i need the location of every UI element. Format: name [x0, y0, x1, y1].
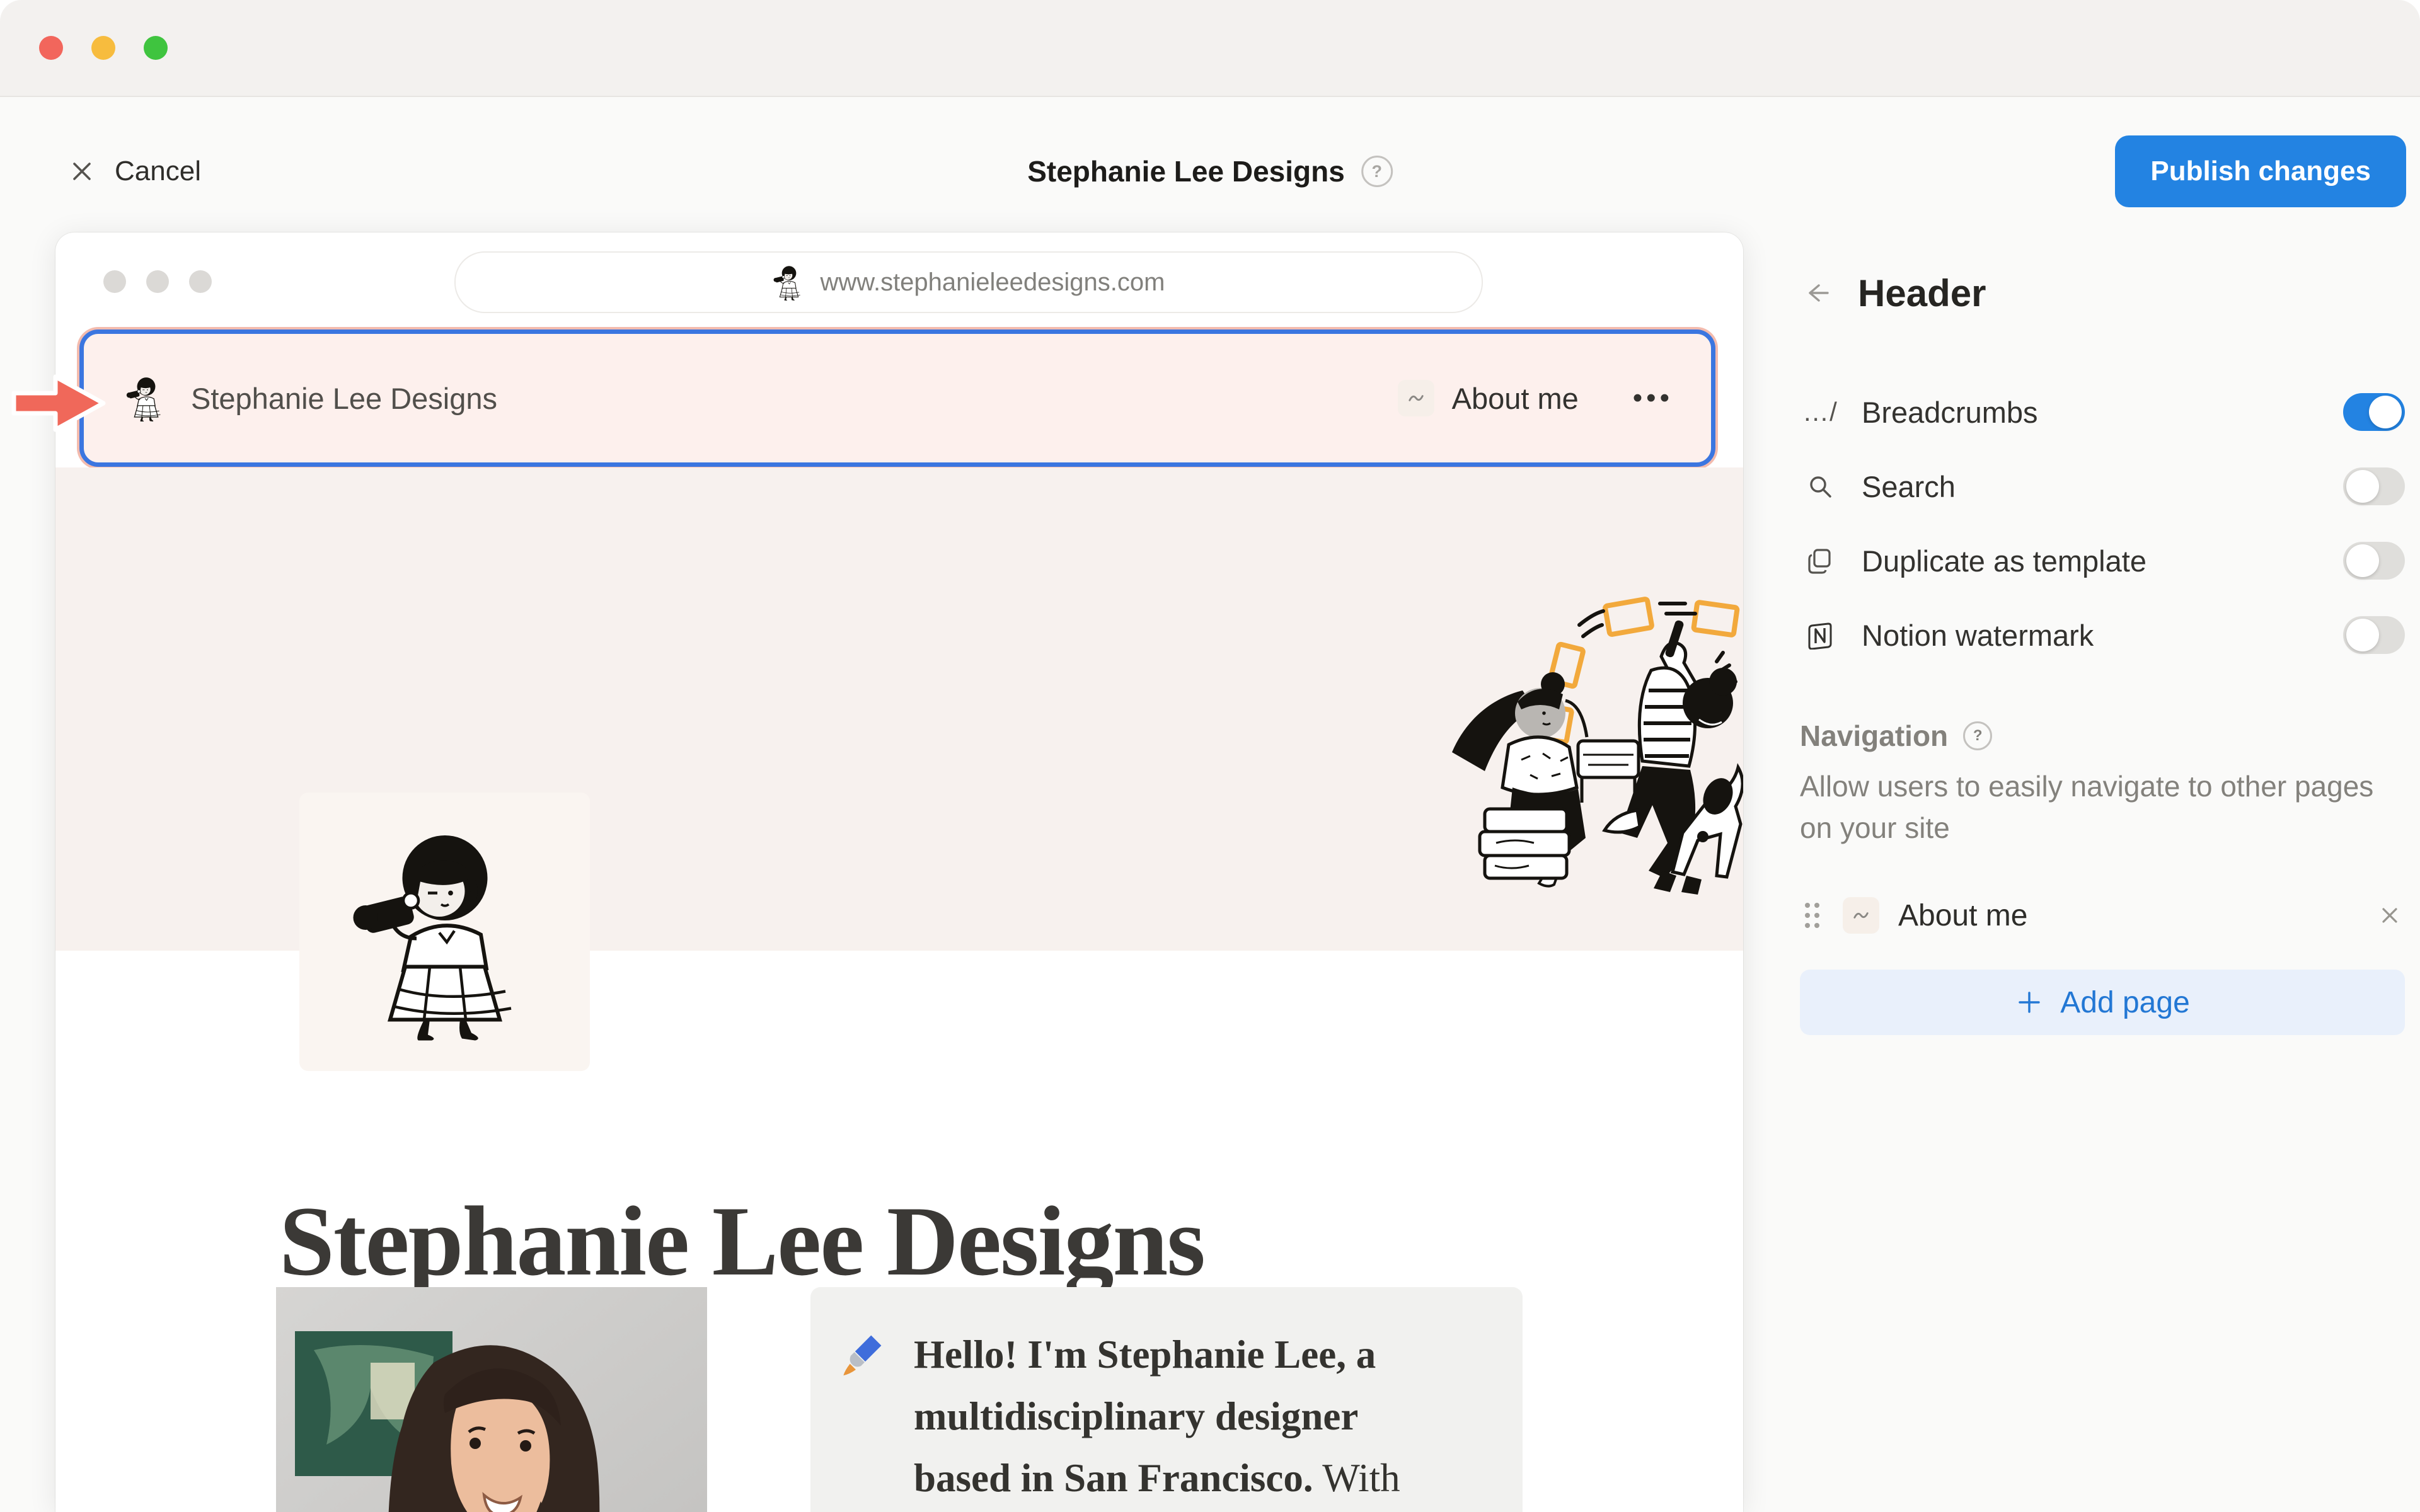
- site-favicon-icon: [773, 264, 805, 301]
- navigation-label: Navigation: [1800, 719, 1948, 753]
- browser-dot: [146, 270, 169, 293]
- help-icon[interactable]: ?: [1361, 156, 1393, 187]
- about-me-page-icon: [1843, 897, 1879, 934]
- cancel-button[interactable]: Cancel: [68, 156, 201, 187]
- window-minimize-button[interactable]: [91, 36, 115, 60]
- site-header-selected[interactable]: Stephanie Lee Designs About me •••: [79, 329, 1715, 467]
- cover-illustration: [1448, 596, 1743, 911]
- toggle-row-search: Search: [1800, 449, 2405, 524]
- site-header-brand[interactable]: Stephanie Lee Designs: [125, 375, 497, 421]
- toggle-list: …/ Breadcrumbs Search Duplicate as templ…: [1800, 375, 2405, 672]
- intro-callout[interactable]: Hello! I'm Stephanie Lee, a multidiscipl…: [810, 1287, 1523, 1512]
- breadcrumbs-icon: …/: [1800, 397, 1840, 427]
- site-title: Stephanie Lee Designs: [1027, 154, 1345, 188]
- site-logo-icon: [125, 375, 167, 421]
- publish-changes-button[interactable]: Publish changes: [2115, 135, 2406, 207]
- app-window: Cancel Stephanie Lee Designs ? Publish c…: [0, 0, 2420, 1512]
- more-menu-button[interactable]: •••: [1633, 382, 1673, 414]
- about-me-page-icon: [1398, 380, 1434, 416]
- duplicate-toggle[interactable]: [2343, 542, 2405, 580]
- navigation-label-row: Navigation ?: [1800, 719, 2405, 753]
- watermark-toggle[interactable]: [2343, 616, 2405, 654]
- cancel-label: Cancel: [115, 156, 201, 187]
- plus-icon: [2015, 988, 2044, 1017]
- page-heading[interactable]: Stephanie Lee Designs: [279, 1186, 1204, 1297]
- toolbar-title-group: Stephanie Lee Designs ?: [1027, 154, 1393, 188]
- window-titlebar: [0, 0, 2420, 97]
- help-icon[interactable]: ?: [1963, 721, 1992, 750]
- back-button[interactable]: [1800, 277, 1833, 309]
- drag-handle-icon[interactable]: [1800, 899, 1824, 932]
- add-page-button[interactable]: Add page: [1800, 970, 2405, 1035]
- panel-header: Header: [1800, 270, 2405, 316]
- browser-dot: [103, 270, 126, 293]
- nav-page-row-about-me[interactable]: About me: [1800, 888, 2405, 943]
- notion-logo-icon: [1800, 621, 1840, 650]
- toggle-row-breadcrumbs: …/ Breadcrumbs: [1800, 375, 2405, 449]
- search-icon: [1800, 472, 1840, 501]
- breadcrumbs-toggle[interactable]: [2343, 393, 2405, 431]
- portrait-photo[interactable]: [276, 1287, 707, 1512]
- site-header-name: Stephanie Lee Designs: [191, 381, 497, 416]
- remove-page-button[interactable]: [2375, 900, 2405, 931]
- duplicate-icon: [1800, 546, 1840, 575]
- site-url: www.stephanieleedesigns.com: [821, 268, 1165, 297]
- page-logo[interactable]: [299, 793, 590, 1071]
- paintbrush-icon: [842, 1332, 889, 1379]
- intro-text: Hello! I'm Stephanie Lee, a multidiscipl…: [914, 1324, 1400, 1512]
- woman-with-camera-illustration: [350, 821, 539, 1043]
- site-header-nav: About me •••: [1398, 380, 1673, 416]
- toggle-row-duplicate: Duplicate as template: [1800, 524, 2405, 598]
- panel-title: Header: [1858, 272, 1986, 315]
- browser-url-bar: www.stephanieleedesigns.com: [454, 251, 1483, 313]
- window-close-button[interactable]: [39, 36, 63, 60]
- nav-item-label: About me: [1452, 381, 1579, 416]
- navigation-section: Navigation ? Allow users to easily navig…: [1800, 719, 2405, 1035]
- header-settings-panel: Header …/ Breadcrumbs Search Duplicate a…: [1742, 232, 2420, 1512]
- search-toggle[interactable]: [2343, 467, 2405, 505]
- site-preview-card: www.stephanieleedesigns.com Stephanie Le…: [55, 232, 1743, 1512]
- portrait-photo-image: [276, 1287, 707, 1512]
- editor-toolbar: Cancel Stephanie Lee Designs ? Publish c…: [0, 97, 2420, 246]
- close-icon: [68, 158, 96, 185]
- browser-dot: [189, 270, 212, 293]
- navigation-description: Allow users to easily navigate to other …: [1800, 765, 2405, 849]
- toggle-row-watermark: Notion watermark: [1800, 598, 2405, 672]
- left-arrow-icon: [1800, 277, 1833, 309]
- nav-item-about-me[interactable]: About me: [1398, 380, 1579, 416]
- window-zoom-button[interactable]: [144, 36, 168, 60]
